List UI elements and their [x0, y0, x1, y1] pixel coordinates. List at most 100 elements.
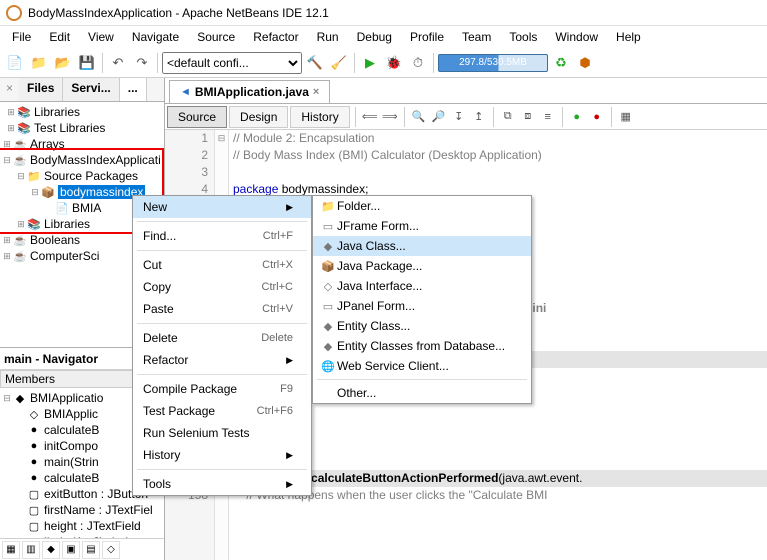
ctx-item-history[interactable]: History ▶ [133, 444, 311, 466]
new-item-java-class-[interactable]: ◆Java Class... [313, 236, 531, 256]
editor-tool-icon[interactable]: 🔎 [430, 108, 448, 126]
ctx-item-cut[interactable]: Cut Ctrl+X [133, 254, 311, 276]
editor-tool-icon[interactable]: 🔍 [410, 108, 428, 126]
new-item-entity-class-[interactable]: ◆Entity Class... [313, 316, 531, 336]
editor-tool-icon[interactable]: ⧉ [499, 108, 517, 126]
menu-source[interactable]: Source [189, 28, 243, 46]
nav-filter-icon[interactable]: ◇ [102, 541, 120, 559]
nav-filter-icon[interactable]: ▣ [62, 541, 80, 559]
tree-row[interactable]: ⊟📁Source Packages [2, 168, 162, 184]
window-title: BodyMassIndexApplication - Apache NetBea… [28, 6, 329, 20]
new-project-icon[interactable]: 📁 [28, 52, 50, 74]
navigator-toolbar: ▦ ▥ ◆ ▣ ▤ ◇ [0, 538, 164, 560]
toolbar-separator [102, 53, 103, 73]
menu-refactor[interactable]: Refactor [245, 28, 306, 46]
toolbar-separator [611, 107, 612, 127]
editor-tool-icon[interactable]: ↥ [470, 108, 488, 126]
editor-tool-icon[interactable]: ▦ [617, 108, 635, 126]
tab-files[interactable]: Files [19, 78, 63, 101]
window-titlebar: BodyMassIndexApplication - Apache NetBea… [0, 0, 767, 26]
menu-run[interactable]: Run [309, 28, 347, 46]
ctx-item-refactor[interactable]: Refactor ▶ [133, 349, 311, 371]
menu-window[interactable]: Window [547, 28, 606, 46]
nav-filter-icon[interactable]: ▤ [82, 541, 100, 559]
run-icon[interactable]: ▶ [359, 52, 381, 74]
tab-design[interactable]: Design [229, 106, 288, 128]
new-item-java-interface-[interactable]: ◇Java Interface... [313, 276, 531, 296]
app-logo-icon [6, 5, 22, 21]
toolbar-separator [354, 53, 355, 73]
new-item-jpanel-form-[interactable]: ▭JPanel Form... [313, 296, 531, 316]
new-item-other-[interactable]: Other... [313, 383, 531, 403]
new-item-entity-classes-from-database-[interactable]: ◆Entity Classes from Database... [313, 336, 531, 356]
editor-tool-icon[interactable]: ≡ [539, 108, 557, 126]
run-config-select[interactable]: <default confi... [162, 52, 302, 74]
nav-filter-icon[interactable]: ▦ [2, 541, 20, 559]
menu-file[interactable]: File [4, 28, 39, 46]
tab-services[interactable]: Servi... [63, 78, 119, 101]
gc-icon[interactable]: ♻ [550, 52, 572, 74]
nav-filter-icon[interactable]: ▥ [22, 541, 40, 559]
editor-tool-icon[interactable]: ↧ [450, 108, 468, 126]
ctx-item-tools[interactable]: Tools ▶ [133, 473, 311, 495]
new-item-jframe-form-[interactable]: ▭JFrame Form... [313, 216, 531, 236]
clean-build-icon[interactable]: 🧹 [328, 52, 350, 74]
menu-view[interactable]: View [80, 28, 122, 46]
ctx-item-paste[interactable]: Paste Ctrl+V [133, 298, 311, 320]
navigator-row[interactable]: ▢firstName : JTextFiel [2, 502, 162, 518]
nav-filter-icon[interactable]: ◆ [42, 541, 60, 559]
context-menu[interactable]: New ▶ Find... Ctrl+F Cut Ctrl+X Copy Ctr… [132, 195, 312, 496]
menu-edit[interactable]: Edit [41, 28, 78, 46]
menu-profile[interactable]: Profile [402, 28, 452, 46]
tree-row[interactable]: ⊞📚Test Libraries [2, 120, 162, 136]
ctx-item-delete[interactable]: Delete Delete [133, 327, 311, 349]
profile-icon[interactable]: ⏱ [407, 52, 429, 74]
close-tab-icon[interactable]: × [313, 86, 319, 98]
undo-icon[interactable]: ↶ [107, 52, 129, 74]
navigator-row[interactable]: ▢jLabel1 : JLabel [2, 534, 162, 538]
tab-history[interactable]: History [290, 106, 349, 128]
navigator-row[interactable]: ▢height : JTextField [2, 518, 162, 534]
file-tab-bmiapplication[interactable]: ◄ BMIApplication.java × [169, 80, 330, 103]
ctx-item-new[interactable]: New ▶ [133, 196, 311, 218]
menu-separator [137, 221, 307, 222]
new-submenu[interactable]: 📁Folder... ▭JFrame Form... ◆Java Class..… [312, 195, 532, 404]
menu-debug[interactable]: Debug [349, 28, 400, 46]
editor-tool-icon[interactable]: ● [588, 108, 606, 126]
menu-team[interactable]: Team [454, 28, 499, 46]
new-item-java-package-[interactable]: 📦Java Package... [313, 256, 531, 276]
editor-tool-icon[interactable]: ⟸ [361, 108, 379, 126]
redo-icon[interactable]: ↷ [131, 52, 153, 74]
toolbar-separator [562, 107, 563, 127]
tree-row[interactable]: ⊞☕Arrays [2, 136, 162, 152]
new-item-web-service-client-[interactable]: 🌐Web Service Client... [313, 356, 531, 376]
tab-projects[interactable]: ... [120, 78, 147, 101]
editor-tool-icon[interactable]: ● [568, 108, 586, 126]
debug-icon[interactable]: 🐞 [383, 52, 405, 74]
new-item-folder-[interactable]: 📁Folder... [313, 196, 531, 216]
ctx-item-find-[interactable]: Find... Ctrl+F [133, 225, 311, 247]
ctx-item-copy[interactable]: Copy Ctrl+C [133, 276, 311, 298]
ctx-item-run-selenium-tests[interactable]: Run Selenium Tests [133, 422, 311, 444]
build-icon[interactable]: 🔨 [304, 52, 326, 74]
editor-tool-icon[interactable]: ⟹ [381, 108, 399, 126]
toolbar-separator [404, 107, 405, 127]
menu-separator [137, 250, 307, 251]
plugins-icon[interactable]: ⬢ [574, 52, 596, 74]
new-file-icon[interactable]: 📄 [4, 52, 26, 74]
projects-close-icon[interactable]: × [0, 78, 19, 101]
memory-usage[interactable]: 297.8/530.5MB [438, 54, 548, 72]
tab-source[interactable]: Source [167, 106, 227, 128]
tree-row[interactable]: ⊟☕BodyMassIndexApplicati [2, 152, 162, 168]
open-icon[interactable]: 📂 [52, 52, 74, 74]
save-all-icon[interactable]: 💾 [76, 52, 98, 74]
menu-help[interactable]: Help [608, 28, 649, 46]
menu-separator [317, 379, 527, 380]
editor-toolbar: Source Design History ⟸ ⟹ 🔍 🔎 ↧ ↥ ⧉ ⧈ ≡ … [165, 104, 767, 130]
ctx-item-test-package[interactable]: Test Package Ctrl+F6 [133, 400, 311, 422]
tree-row[interactable]: ⊞📚Libraries [2, 104, 162, 120]
ctx-item-compile-package[interactable]: Compile Package F9 [133, 378, 311, 400]
menu-tools[interactable]: Tools [501, 28, 545, 46]
menu-navigate[interactable]: Navigate [124, 28, 187, 46]
editor-tool-icon[interactable]: ⧈ [519, 108, 537, 126]
